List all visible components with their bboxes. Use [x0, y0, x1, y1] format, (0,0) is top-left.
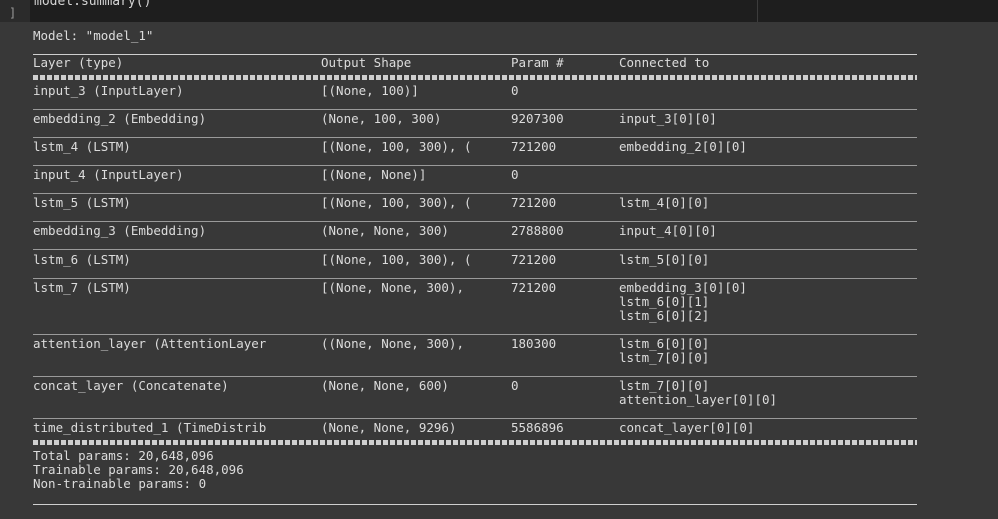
row-rule [33, 418, 917, 419]
cell-divider [757, 0, 758, 22]
row-rule [33, 137, 917, 138]
row-rule [33, 193, 917, 194]
connected-to: input_4[0][0] [619, 223, 717, 238]
top-rule [33, 54, 917, 55]
param-count: 721200 [511, 280, 557, 295]
connected-to: concat_layer[0][0] [619, 420, 755, 435]
connected-to: lstm_6[0][1] [619, 294, 710, 310]
layer-name: lstm_6 (LSTM) [33, 252, 131, 267]
layer-name: input_4 (InputLayer) [33, 167, 184, 182]
non-trainable-params: Non-trainable params: 0 [33, 476, 207, 492]
param-count: 5586896 [511, 420, 564, 435]
connected-to: lstm_7[0][0] [619, 378, 710, 393]
output-shape: (None, 100, 300) [321, 111, 442, 126]
layer-name: lstm_7 (LSTM) [33, 280, 131, 295]
output-shape: [(None, 100)] [321, 83, 419, 98]
row-rule [33, 165, 917, 166]
param-count: 721200 [511, 252, 557, 267]
row-rule [33, 221, 917, 222]
output-shape: [(None, None)] [321, 167, 427, 182]
output-marker: ] [9, 6, 17, 20]
output-shape: [(None, 100, 300), ( [321, 139, 472, 154]
column-header: Connected to [619, 55, 710, 70]
bottom-rule [33, 504, 917, 505]
layer-name: attention_layer (AttentionLayer [33, 336, 267, 351]
param-count: 721200 [511, 139, 557, 154]
layer-name: input_3 (InputLayer) [33, 83, 184, 98]
output-shape: (None, None, 600) [321, 378, 449, 393]
param-count: 0 [511, 167, 519, 182]
row-rule [33, 376, 917, 377]
layer-name: time_distributed_1 (TimeDistrib [33, 420, 267, 435]
layer-name: lstm_5 (LSTM) [33, 195, 131, 210]
layer-name: embedding_2 (Embedding) [33, 111, 207, 126]
trainable-params: Trainable params: 20,648,096 [33, 462, 244, 478]
connected-to: input_3[0][0] [619, 111, 717, 126]
connected-to: embedding_2[0][0] [619, 139, 747, 154]
layer-name: embedding_3 (Embedding) [33, 223, 207, 238]
layer-name: concat_layer (Concatenate) [33, 378, 229, 393]
model-title: Model: "model_1" [33, 28, 154, 43]
row-rule [33, 249, 917, 250]
param-count: 0 [511, 83, 519, 98]
code-cell[interactable]: model.summary() [0, 0, 998, 22]
connected-to: lstm_6[0][0] [619, 336, 710, 351]
code-line[interactable]: model.summary() [34, 0, 151, 9]
column-header: Layer (type) [33, 55, 124, 70]
footer-double-rule [33, 440, 917, 445]
output-shape: (None, None, 300) [321, 223, 449, 238]
connected-to: lstm_4[0][0] [619, 195, 710, 210]
row-rule [33, 278, 917, 279]
connected-to: embedding_3[0][0] [619, 280, 747, 295]
connected-to: lstm_5[0][0] [619, 252, 710, 267]
output-shape: [(None, 100, 300), ( [321, 195, 472, 210]
layer-name: lstm_4 (LSTM) [33, 139, 131, 154]
param-count: 721200 [511, 195, 557, 210]
param-count: 2788800 [511, 223, 564, 238]
column-header: Output Shape [321, 55, 412, 70]
output-shape: [(None, None, 300), [321, 280, 464, 295]
column-header: Param # [511, 55, 564, 70]
row-rule [33, 334, 917, 335]
header-double-rule [33, 75, 917, 80]
output-shape: ((None, None, 300), [321, 336, 464, 351]
output-shape: [(None, 100, 300), ( [321, 252, 472, 267]
output-shape: (None, None, 9296) [321, 420, 457, 435]
param-count: 9207300 [511, 111, 564, 126]
row-rule [33, 109, 917, 110]
connected-to: attention_layer[0][0] [619, 392, 778, 408]
param-count: 0 [511, 378, 519, 393]
total-params: Total params: 20,648,096 [33, 448, 214, 463]
connected-to: lstm_7[0][0] [619, 350, 710, 366]
param-count: 180300 [511, 336, 557, 351]
connected-to: lstm_6[0][2] [619, 308, 710, 324]
